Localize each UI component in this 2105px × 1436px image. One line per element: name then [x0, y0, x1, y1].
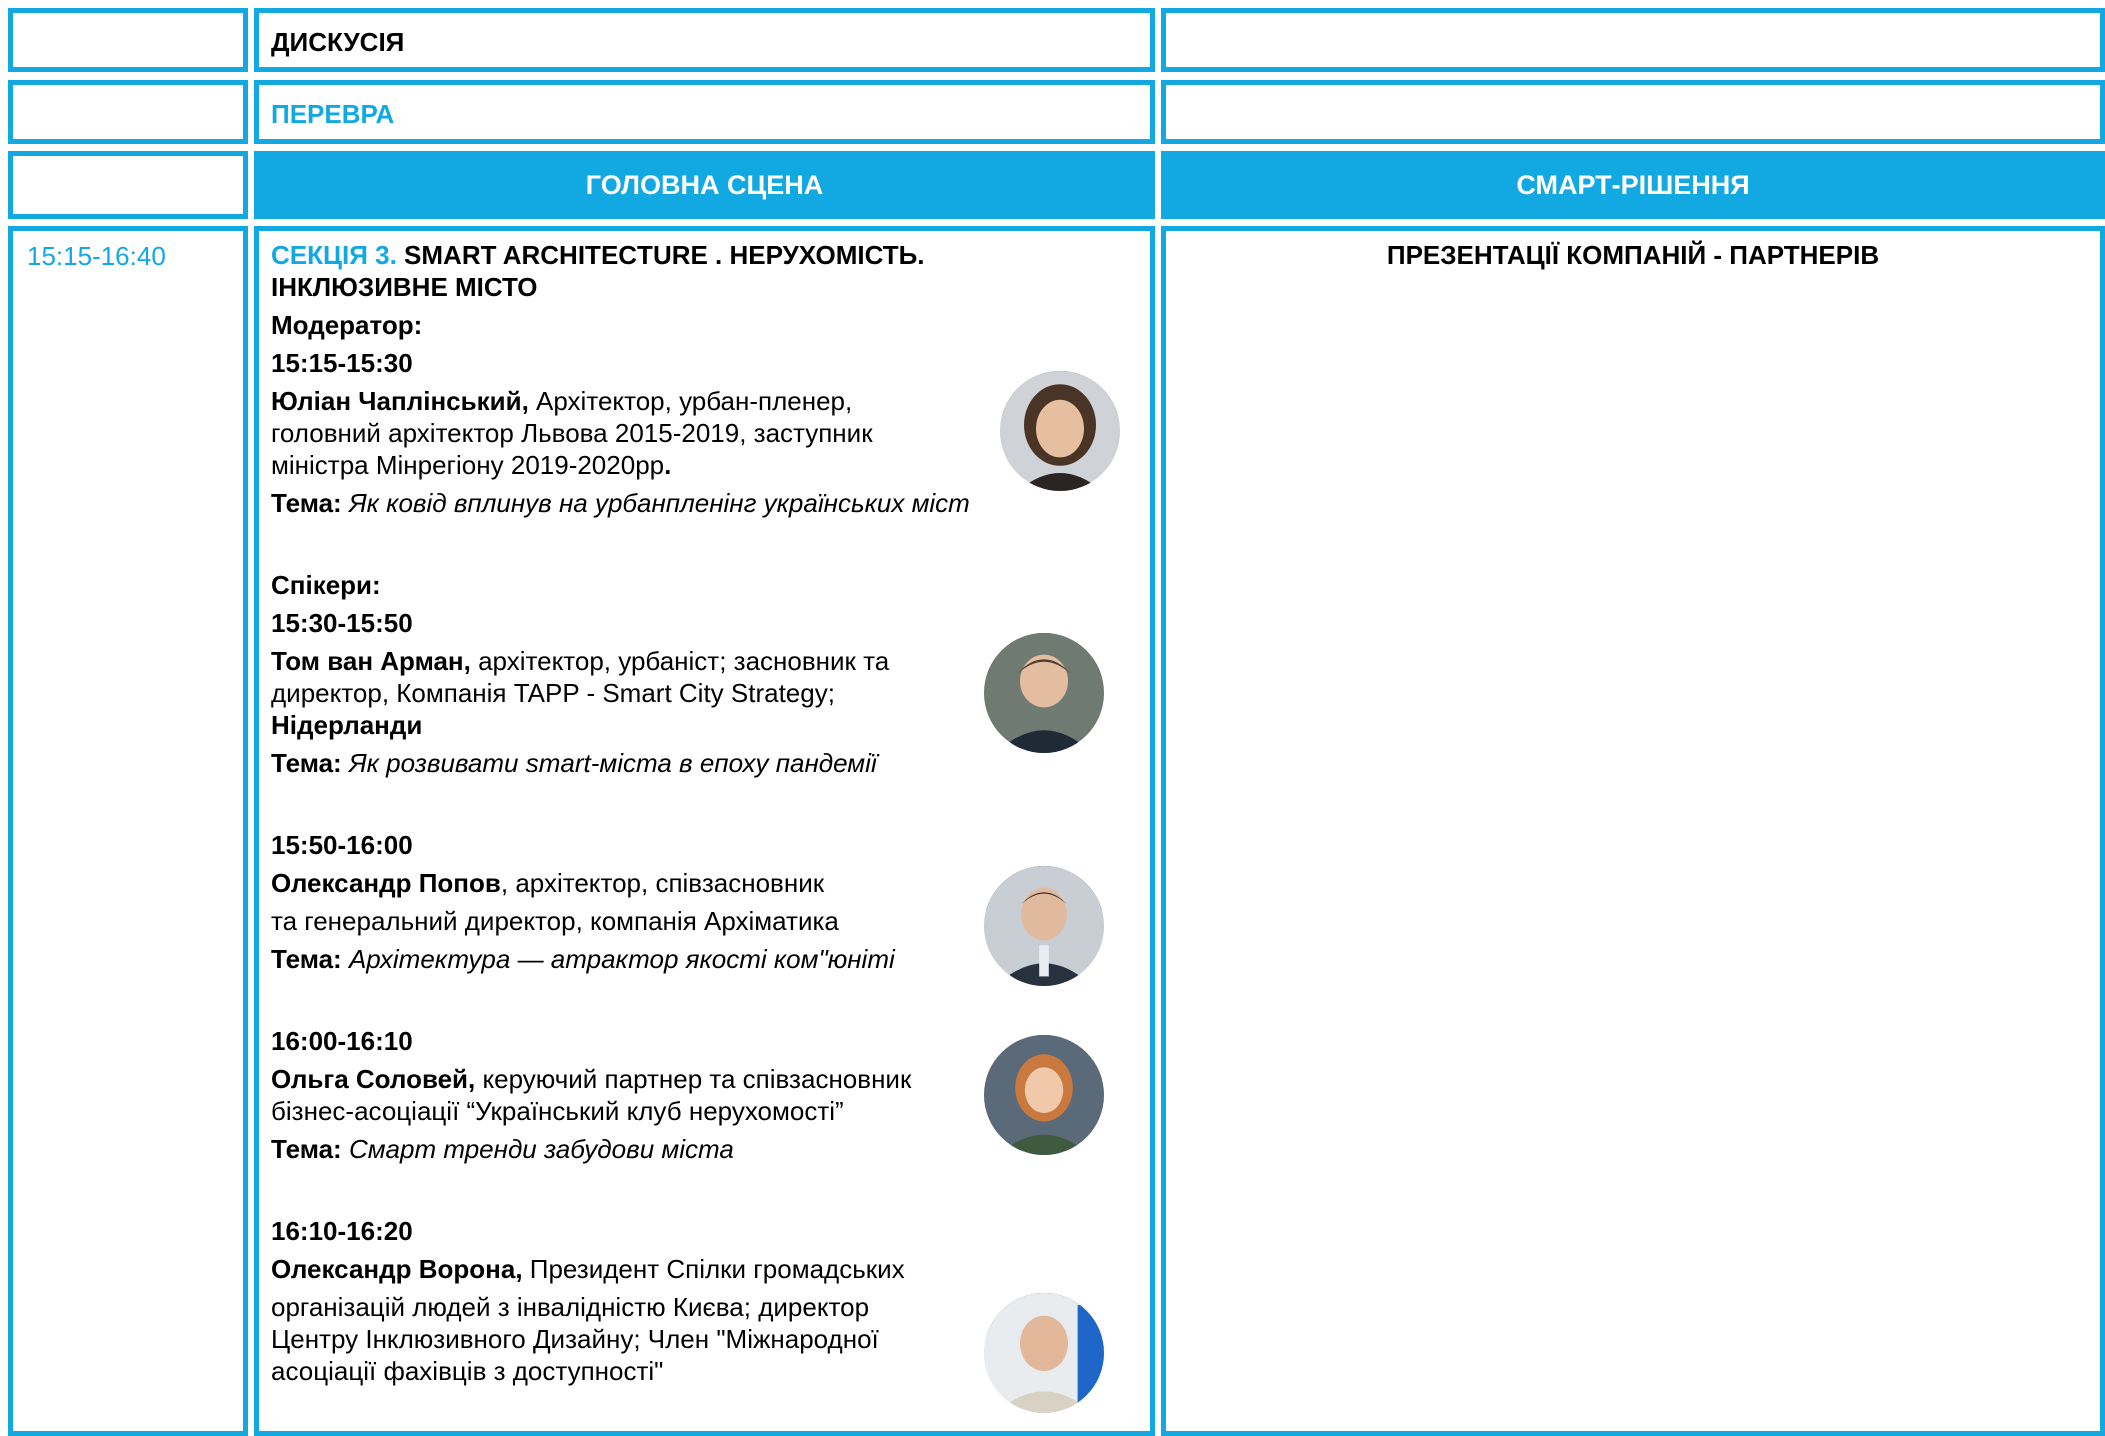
speaker-photo-icon	[984, 1293, 1104, 1413]
speaker-photo-icon	[984, 866, 1104, 986]
entry-4-bio: Ольга Соловей, керуючий партнер та співз…	[271, 1063, 971, 1127]
entry-2-topic-text: Як розвивати smart-міста в епоху пандемі…	[341, 748, 877, 778]
entry-3-name: Олександр Попов	[271, 868, 501, 898]
entry-2-bio: Том ван Арман, архітектор, урбаніст; зас…	[271, 645, 931, 709]
speaker-photo-icon	[1000, 371, 1120, 491]
entry-4-topic: Тема: Смарт тренди забудови міста	[271, 1133, 1021, 1165]
entry-2-name: Том ван Арман,	[271, 646, 471, 676]
session-content: СЕКЦІЯ 3. SMART ARCHITECTURE . НЕРУХОМІС…	[271, 239, 1021, 1387]
entry-4-name: Ольга Соловей,	[271, 1064, 476, 1094]
entry-3-topic-label: Тема:	[271, 944, 342, 974]
entry-3-time: 15:50-16:00	[271, 830, 413, 860]
entry-1-role-end: .	[664, 450, 672, 480]
entry-3-topic-text: Архітектура — атрактор якості ком"юніті	[341, 944, 895, 974]
entry-5-role-2: організацій людей з інвалідністю Києва; …	[271, 1292, 879, 1386]
entry-3-bio: Олександр Попов, архітектор, співзасновн…	[271, 867, 1021, 899]
entry-2-topic: Тема: Як розвивати smart-міста в епоху п…	[271, 747, 1021, 779]
entry-2-topic-label: Тема:	[271, 748, 342, 778]
speaker-photo-icon	[984, 633, 1104, 753]
entry-4-topic-label: Тема:	[271, 1134, 342, 1164]
partners-title: ПРЕЗЕНТАЦІЇ КОМПАНІЙ - ПАРТНЕРІВ	[1386, 240, 1880, 270]
entry-1-topic-text: Як ковід вплинув на урбанпленінг українс…	[341, 488, 970, 518]
session-title-prefix: СЕКЦІЯ 3.	[271, 240, 397, 270]
entry-1-topic: Тема: Як ковід вплинув на урбанпленінг у…	[271, 487, 1021, 519]
entry-1-topic-label: Тема:	[271, 488, 342, 518]
entry-3-role-2: та генеральний директор, компанія Архіма…	[271, 906, 839, 936]
entry-1-bio: Юліан Чаплінський, Архітектор, урбан-пле…	[271, 385, 881, 481]
speaker-photo-icon	[984, 1035, 1104, 1155]
moderator-label: Модератор:	[271, 310, 423, 340]
entry-4-time: 16:00-16:10	[271, 1026, 413, 1056]
speakers-label: Спікери:	[271, 570, 381, 600]
entry-2-country: Нідерланди	[271, 710, 423, 740]
smart-solutions-header: СМАРТ-РІШЕННЯ	[1161, 151, 2105, 219]
session-time-cell: 15:15-16:40	[8, 226, 248, 1436]
entry-5-name: Олександр Ворона,	[271, 1254, 523, 1284]
row-break-main-cell: ПЕРЕВРА	[254, 80, 1155, 144]
main-stage-header: ГОЛОВНА СЦЕНА	[254, 151, 1155, 219]
discussion-label: ДИСКУСІЯ	[271, 27, 405, 57]
entry-3-role: , архітектор, співзасновник	[500, 868, 825, 898]
entry-5-time: 16:10-16:20	[271, 1216, 413, 1246]
row-break-time-cell	[8, 80, 248, 144]
row-discussion-main-cell: ДИСКУСІЯ	[254, 8, 1155, 72]
entry-1-time: 15:15-15:30	[271, 348, 413, 378]
session-time: 15:15-16:40	[27, 241, 166, 271]
row-header-time-cell	[8, 151, 248, 219]
row-discussion-time-cell	[8, 8, 248, 72]
entry-5-role: Президент Спілки громадських	[522, 1254, 905, 1284]
session-title: СЕКЦІЯ 3. SMART ARCHITECTURE . НЕРУХОМІС…	[271, 239, 1021, 303]
entry-1-name: Юліан Чаплінський,	[271, 386, 529, 416]
break-label: ПЕРЕВРА	[271, 99, 395, 129]
session-side-cell: ПРЕЗЕНТАЦІЇ КОМПАНІЙ - ПАРТНЕРІВ	[1161, 226, 2105, 1436]
entry-4-topic-text: Смарт тренди забудови міста	[341, 1134, 734, 1164]
row-break-side-cell	[1161, 80, 2105, 144]
entry-3-topic: Тема: Архітектура — атрактор якості ком"…	[271, 943, 1021, 975]
row-discussion-side-cell	[1161, 8, 2105, 72]
entry-5-bio: Олександр Ворона, Президент Спілки грома…	[271, 1253, 1021, 1285]
entry-2-time: 15:30-15:50	[271, 608, 413, 638]
